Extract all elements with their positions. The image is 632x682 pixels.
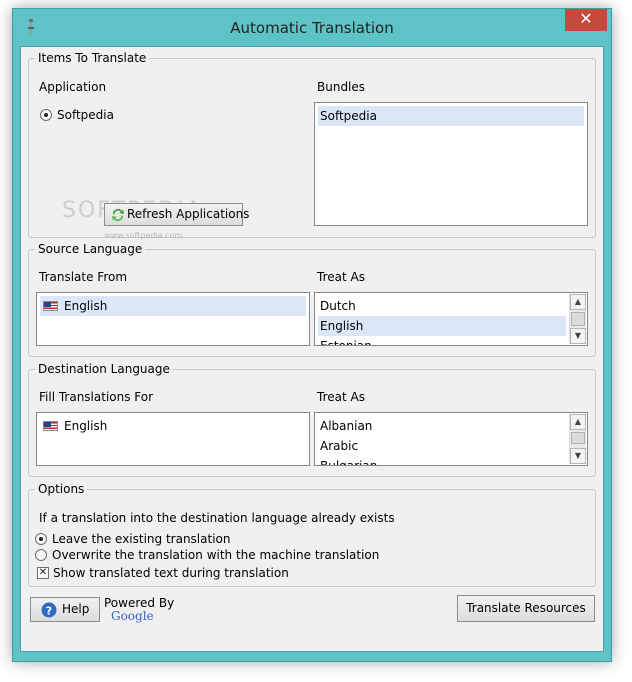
list-item[interactable]: Dutch	[318, 296, 566, 316]
show-translated-label: Show translated text during translation	[53, 566, 289, 580]
bundles-list[interactable]: Softpedia	[314, 102, 588, 226]
source-treat-as-label: Treat As	[317, 270, 365, 284]
watermark-url: www.softpedia.com	[104, 231, 183, 240]
source-treat-as-list[interactable]: Dutch English Estonian ▲ ▼	[314, 292, 588, 346]
application-option-label: Softpedia	[57, 108, 114, 122]
refresh-applications-button[interactable]: Refresh Applications	[104, 203, 249, 226]
fill-translations-list[interactable]: English	[36, 412, 310, 466]
window-title: Automatic Translation	[230, 19, 394, 37]
destination-treat-as-list[interactable]: Albanian Arabic Bulgarian ▲ ▼	[314, 412, 588, 466]
overwrite-radio[interactable]	[35, 549, 47, 561]
list-item[interactable]: Albanian	[318, 416, 566, 436]
scroll-up-icon[interactable]: ▲	[570, 414, 586, 430]
scroll-down-icon[interactable]: ▼	[570, 328, 586, 344]
list-item-label: English	[64, 299, 108, 313]
refresh-icon	[112, 209, 124, 221]
fill-translations-label: Fill Translations For	[39, 390, 154, 404]
scrollbar[interactable]: ▲ ▼	[569, 294, 586, 344]
translate-from-list[interactable]: English	[36, 292, 310, 346]
application-label: Application	[39, 80, 107, 94]
application-radio[interactable]	[40, 109, 52, 121]
group-legend: Items To Translate	[35, 50, 150, 66]
scroll-thumb[interactable]	[571, 432, 585, 444]
list-item[interactable]: Arabic	[318, 436, 566, 456]
leave-existing-radio[interactable]	[35, 533, 47, 545]
list-item-label: English	[64, 419, 108, 433]
refresh-button-label: Refresh Applications	[127, 207, 250, 221]
bundles-label: Bundles	[317, 80, 366, 94]
help-button[interactable]: ? Help	[30, 597, 100, 622]
svg-text:?: ?	[46, 605, 52, 618]
overwrite-label: Overwrite the translation with the machi…	[52, 548, 380, 562]
translate-from-label: Translate From	[39, 270, 128, 284]
scroll-thumb[interactable]	[571, 312, 585, 326]
us-flag-icon	[43, 301, 58, 311]
list-item[interactable]: English	[40, 416, 306, 436]
close-button[interactable]: ✕	[565, 9, 607, 31]
destination-treat-as-label: Treat As	[317, 390, 365, 404]
group-legend: Options	[35, 481, 88, 497]
google-logo: Google	[111, 609, 154, 623]
list-item[interactable]: Softpedia	[318, 106, 584, 126]
leave-existing-label: Leave the existing translation	[52, 532, 231, 546]
us-flag-icon	[43, 421, 58, 431]
list-item[interactable]: English	[318, 316, 566, 336]
show-translated-checkbox[interactable]: ✕	[37, 567, 49, 579]
help-button-label: Help	[62, 602, 90, 616]
options-question: If a translation into the destination la…	[39, 511, 395, 525]
help-icon: ?	[41, 602, 57, 618]
scroll-up-icon[interactable]: ▲	[570, 294, 586, 310]
list-item[interactable]: Bulgarian	[318, 456, 566, 465]
scrollbar[interactable]: ▲ ▼	[569, 414, 586, 464]
translate-button-label: Translate Resources	[466, 601, 586, 615]
list-item[interactable]: English	[40, 296, 306, 316]
group-legend: Source Language	[35, 241, 146, 257]
list-item[interactable]: Estonian	[318, 336, 566, 345]
close-icon: ✕	[579, 9, 593, 28]
group-legend: Destination Language	[35, 361, 173, 377]
scroll-down-icon[interactable]: ▼	[570, 448, 586, 464]
translate-resources-button[interactable]: Translate Resources	[457, 595, 595, 622]
